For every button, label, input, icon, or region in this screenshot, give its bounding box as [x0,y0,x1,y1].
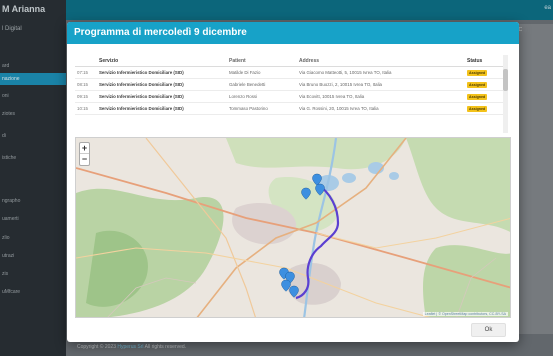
map-canvas[interactable] [76,138,511,318]
row-service: Servizio Infermieristico Domiciliare (SI… [99,70,184,75]
status-badge: Assigned [467,69,488,76]
status-badge: Assigned [467,93,488,100]
status-badge: Assigned [467,105,488,112]
row-time: 08:15 [77,82,88,87]
lake [389,172,399,180]
row-service: Servizio Infermieristico Domiciliare (SI… [99,82,184,87]
row-patient: Gabriele Benedetti [229,82,266,87]
row-time: 07:15 [77,70,88,75]
minus-icon[interactable]: − [80,154,89,165]
table-row[interactable]: 07:15 Servizio Infermieristico Domicilia… [75,67,505,79]
schedule-modal: Programma di mercoledì 9 dicembre Serviz… [67,22,519,342]
row-address: Via G. Rossini, 20, 10015 Ivrea TO, Ital… [299,106,379,111]
row-address: Via Bruno Buozzi, 2, 10015 Ivrea TO, Ita… [299,82,382,87]
row-time: 10:15 [77,106,88,111]
table-row[interactable]: 10:15 Servizio Infermieristico Domicilia… [75,103,505,115]
col-address-header[interactable]: Address [296,58,463,64]
col-status-header[interactable]: Status [463,58,505,64]
table-header: Servizio Patient Address Status [75,55,505,67]
row-address: Via Ecovitt, 10015 Ivrea TO, Italia [299,94,365,99]
table-scrollbar[interactable] [503,55,508,133]
row-service: Servizio Infermieristico Domiciliare (SI… [99,94,184,99]
route-map[interactable]: + − Leaflet | © OpenStreetMap contributo… [75,137,511,318]
row-service: Servizio Infermieristico Domiciliare (SI… [99,106,184,111]
zoom-control: + − [79,142,90,166]
plus-icon[interactable]: + [80,143,89,154]
row-address: Via Giacomo Matteotti, 5, 10015 Ivrea TO… [299,70,392,75]
row-patient: Matilde Di Fazio [229,70,261,75]
col-service-header[interactable]: Servizio [96,58,226,64]
forest-area [423,245,510,317]
col-patient-header[interactable]: Patient [226,58,296,64]
modal-title: Programma di mercoledì 9 dicembre [67,22,519,44]
table-scrollbar-thumb[interactable] [503,69,508,91]
schedule-table: Servizio Patient Address Status 07:15 Se… [75,55,505,115]
status-badge: Assigned [467,81,488,88]
map-attribution[interactable]: Leaflet | © OpenStreetMap contributors, … [422,312,508,316]
lake [342,173,356,183]
table-row[interactable]: 08:15 Servizio Infermieristico Domicilia… [75,79,505,91]
row-time: 09:15 [77,94,88,99]
row-patient: Tommaso Pastorino [229,106,268,111]
table-row[interactable]: 09:15 Servizio Infermieristico Domicilia… [75,91,505,103]
ok-button[interactable]: Ok [471,323,506,337]
row-patient: Lorenzo Rossi [229,94,258,99]
